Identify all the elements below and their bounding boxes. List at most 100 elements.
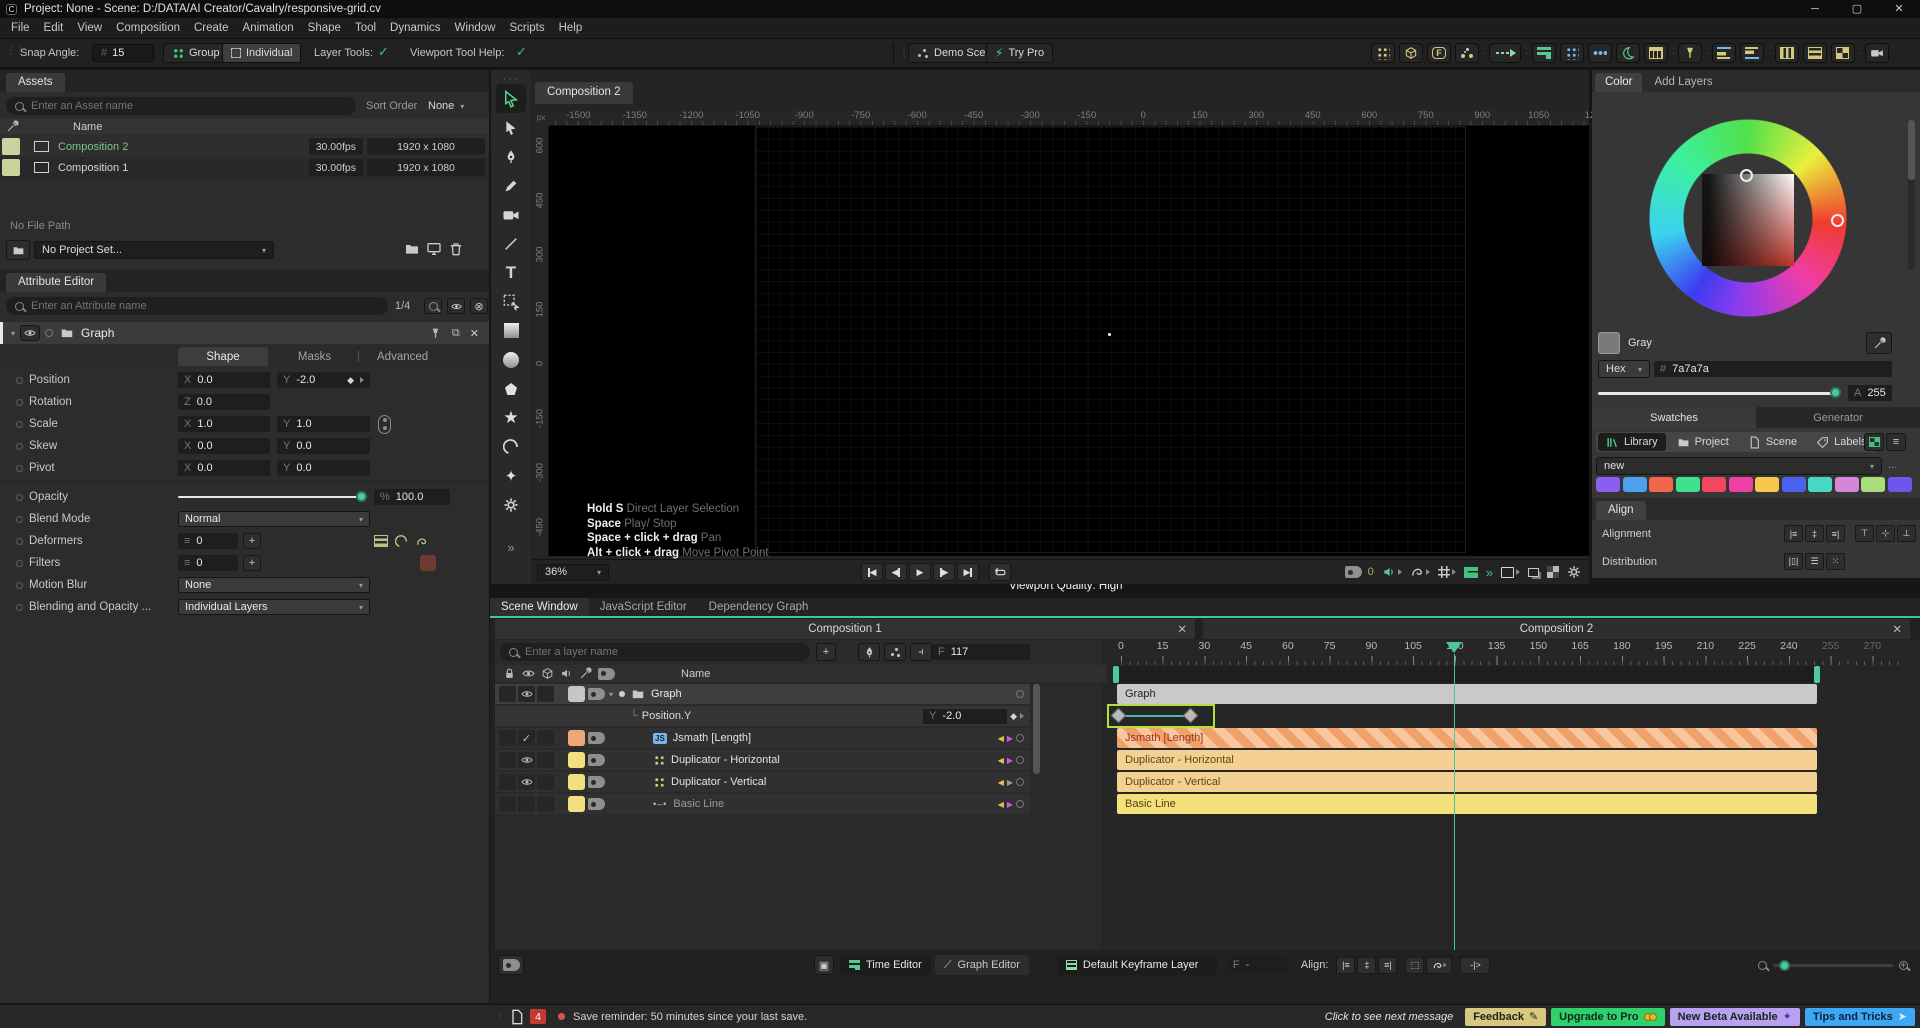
visibility-eye-icon[interactable]: [20, 325, 40, 341]
menu-item[interactable]: Window: [448, 18, 503, 38]
dock-tab[interactable]: JavaScript Editor: [589, 598, 698, 616]
align-middle-icon[interactable]: ⊹: [1876, 525, 1895, 542]
camera-ghost-icon[interactable]: [588, 732, 605, 744]
tab-align[interactable]: Align: [1596, 501, 1646, 520]
layer-search-input[interactable]: [525, 646, 801, 658]
menu-item[interactable]: Animation: [236, 18, 301, 38]
opacity-slider-knob[interactable]: [356, 491, 367, 502]
select-tool[interactable]: [496, 84, 526, 113]
polygon-tool[interactable]: [496, 374, 526, 403]
align-top-icon[interactable]: [1712, 43, 1736, 63]
deformers-field[interactable]: ≡0: [178, 533, 238, 549]
color-swatch[interactable]: [1782, 477, 1806, 492]
render-queue-icon[interactable]: [1644, 43, 1668, 63]
layer-panel-header[interactable]: Composition 1 ✕: [495, 619, 1195, 639]
layer-tools-check-icon[interactable]: ✓: [378, 44, 389, 60]
kf-box-icon[interactable]: ⬚: [1405, 957, 1424, 974]
tab-add-layers[interactable]: Add Layers: [1644, 73, 1722, 92]
color-column-icon[interactable]: [579, 667, 592, 680]
more-nodes-icon[interactable]: [1588, 43, 1612, 63]
swatch-grid-view-icon[interactable]: [1864, 433, 1884, 451]
asset-color-swatch[interactable]: [2, 159, 20, 176]
keyframe-diamond-icon[interactable]: ◆: [347, 375, 354, 386]
transparency-toggle[interactable]: [1547, 566, 1559, 578]
dock-tab[interactable]: Dependency Graph: [698, 598, 820, 616]
layer-color-swatch[interactable]: [568, 752, 585, 768]
star-tool[interactable]: ★: [496, 403, 526, 432]
filter-badge-icon[interactable]: [420, 555, 436, 571]
sort-order-select[interactable]: None▾: [428, 100, 464, 112]
saturation-value-box[interactable]: [1702, 174, 1794, 266]
menu-item[interactable]: View: [70, 18, 109, 38]
link-scale-icon[interactable]: [378, 415, 391, 434]
keyframe-diamond[interactable]: [1111, 708, 1127, 724]
scale-y-field[interactable]: Y1.0: [277, 416, 370, 432]
menu-item[interactable]: File: [4, 18, 37, 38]
next-keyframe-icon[interactable]: ▶: [1007, 800, 1013, 809]
expand-chevron-icon[interactable]: ▾: [11, 329, 15, 338]
monitor-icon[interactable]: [426, 241, 442, 257]
close-layer-panel-icon[interactable]: ✕: [1177, 622, 1187, 636]
tab-attribute-editor[interactable]: Attribute Editor: [6, 273, 106, 292]
palette-more-button[interactable]: ...: [1888, 459, 1897, 471]
dock-camera-toggle[interactable]: [498, 955, 524, 975]
moon-icon[interactable]: [1616, 43, 1640, 63]
scale-x-field[interactable]: X1.0: [178, 416, 270, 432]
scatter-filter-icon[interactable]: [884, 643, 906, 661]
camera-ghost-icon[interactable]: [588, 754, 605, 766]
skew-y-field[interactable]: Y0.0: [277, 438, 370, 454]
menu-item[interactable]: Edit: [37, 18, 71, 38]
keyframe-layer-dropdown[interactable]: Default Keyframe Layer: [1057, 955, 1217, 975]
eye-icon[interactable]: [518, 686, 535, 702]
timeline-bar-jsmath[interactable]: Jsmath [Length]: [1117, 728, 1817, 748]
tab-generator[interactable]: Generator: [1756, 407, 1920, 428]
timeline-frame-field[interactable]: F-: [1227, 957, 1287, 973]
camera-ghost-icon[interactable]: [588, 776, 605, 788]
color-swatch[interactable]: [1888, 477, 1912, 492]
arc-tool[interactable]: [496, 432, 526, 461]
tab-shape[interactable]: Shape: [178, 347, 268, 366]
isolate-attribute-icon[interactable]: [447, 298, 465, 314]
sv-selector[interactable]: [1740, 169, 1753, 182]
graph-editor-button[interactable]: ⟋ Graph Editor: [935, 955, 1029, 975]
swatch-source-scene[interactable]: Scene: [1740, 433, 1805, 451]
go-to-start-button[interactable]: ◀: [861, 563, 883, 581]
kf-align-center-icon[interactable]: ‡: [1357, 957, 1376, 974]
hue-selector[interactable]: [1831, 214, 1844, 227]
eye-icon[interactable]: [518, 752, 535, 768]
rotation-z-field[interactable]: Z0.0: [178, 394, 270, 410]
group-button[interactable]: Group: [163, 43, 229, 63]
pen-tool[interactable]: [496, 142, 526, 171]
panel-scrollbar[interactable]: [1908, 120, 1915, 270]
work-area-bar[interactable]: [1113, 666, 1820, 683]
forge-tool-icon[interactable]: F: [1427, 43, 1451, 63]
timeline-bar-graph[interactable]: Graph: [1117, 684, 1817, 704]
swatch-list-view-icon[interactable]: ≡: [1886, 433, 1906, 451]
layer-row-graph[interactable]: ▾ Graph: [495, 684, 1030, 704]
camera-column-icon[interactable]: [598, 668, 615, 680]
audio-toggle[interactable]: [1382, 565, 1402, 579]
layer-row-duplicator-vertical[interactable]: Duplicator - Vertical ◀▶: [495, 772, 1030, 792]
ellipse-tool[interactable]: [496, 345, 526, 374]
camera-ghost-icon[interactable]: [588, 688, 605, 700]
layer-row-basic-line[interactable]: •–• Basic Line ◀▶: [495, 794, 1030, 814]
tab-advanced[interactable]: Advanced: [363, 347, 442, 366]
feedback-button[interactable]: Feedback✎: [1465, 1008, 1546, 1026]
next-message-link[interactable]: Click to see next message: [1325, 1011, 1453, 1023]
align-right-icon[interactable]: ≡|: [1826, 525, 1845, 542]
prev-keyframe-icon[interactable]: ◀: [998, 756, 1004, 765]
lock-column-icon[interactable]: [503, 667, 516, 680]
menu-item[interactable]: Composition: [109, 18, 187, 38]
save-reminder-message[interactable]: Save reminder: 50 minutes since your las…: [573, 1011, 807, 1023]
duplicate-view-toggle[interactable]: [1528, 568, 1539, 577]
color-swatch[interactable]: [1623, 477, 1647, 492]
frame-bounds-toggle[interactable]: [1501, 567, 1520, 578]
close-timeline-panel-icon[interactable]: ✕: [1892, 622, 1902, 636]
next-keyframe-icon[interactable]: ▶: [1007, 734, 1013, 743]
maximize-button[interactable]: ▢: [1836, 0, 1878, 18]
solo-ring-icon[interactable]: [45, 329, 53, 337]
grid-points-tool-icon[interactable]: [1371, 43, 1395, 63]
menu-item[interactable]: Scripts: [502, 18, 551, 38]
menu-item[interactable]: Shape: [301, 18, 348, 38]
target-ring-icon[interactable]: [1016, 690, 1024, 698]
